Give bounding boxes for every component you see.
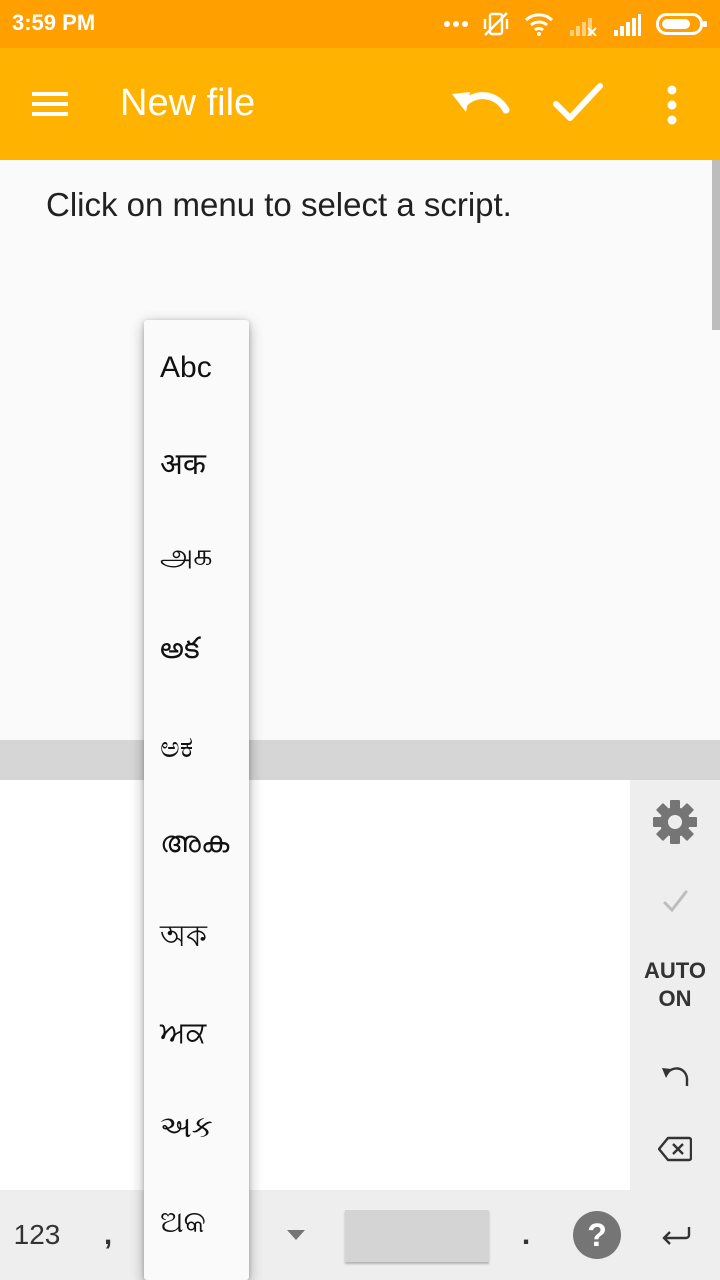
check-icon [663,890,688,913]
keyboard-confirm-button[interactable] [630,872,720,932]
auto-toggle-button[interactable]: AUTO ON [630,952,720,1018]
comma-key[interactable]: , [90,1190,126,1280]
signal-no-service-icon [570,18,597,36]
wifi-icon [524,13,554,36]
period-key[interactable]: . [508,1190,544,1280]
gear-icon [653,800,697,844]
auto-label-line1: AUTO [644,958,706,983]
keyboard-top-strip [0,740,720,780]
script-item-gurmukhi[interactable]: ਅਕ [144,985,249,1080]
vibrate-off-icon [483,12,509,36]
script-item-malayalam[interactable]: അക [144,795,249,890]
undo-icon [662,1067,689,1086]
keyboard-area[interactable] [0,780,630,1190]
keyboard-side-panel: AUTO ON [630,780,720,1190]
editor-scrollbar[interactable] [712,160,720,330]
script-item-devanagari[interactable]: अक [144,415,249,510]
app-bar: New file [0,48,720,160]
script-item-bengali[interactable]: অক [144,890,249,985]
script-menu: Abc अक அக అక ಅಕ അക অক ਅਕ અક ଅକ [144,320,249,1280]
language-dropdown-button[interactable] [276,1190,316,1280]
keyboard-bottom-row: 123 , . ? [0,1190,720,1280]
space-key[interactable] [345,1210,489,1262]
numbers-key[interactable]: 123 [0,1190,74,1280]
enter-icon [662,1227,691,1245]
script-item-kannada[interactable]: ಅಕ [144,700,249,795]
more-dots-icon [444,21,468,27]
auto-toggle-label: AUTO ON [644,957,706,1013]
status-bar: 3:59 PM [0,0,720,48]
check-icon [553,83,603,121]
script-item-telugu[interactable]: అక [144,605,249,700]
check-button[interactable] [550,78,606,128]
script-item-latin[interactable]: Abc [144,320,249,415]
undo-button[interactable] [448,80,512,130]
undo-icon [452,92,510,114]
help-button[interactable]: ? [566,1190,628,1280]
app-title: New file [120,82,256,124]
more-options-button[interactable] [656,78,688,132]
script-item-gujarati[interactable]: અક [144,1080,249,1175]
menu-icon [32,92,68,116]
backspace-icon [658,1136,692,1162]
enter-key[interactable] [642,1190,712,1280]
script-item-odia[interactable]: ଅକ [144,1175,249,1270]
editor-area[interactable]: Click on menu to select a script. [0,160,720,740]
status-icons [444,10,708,38]
status-time: 3:59 PM [12,10,96,35]
triangle-down-icon [287,1230,305,1240]
battery-icon [656,13,707,35]
more-vert-icon [667,85,677,125]
script-item-tamil[interactable]: அக [144,510,249,605]
keyboard-undo-button[interactable] [630,1050,720,1100]
editor-hint-text: Click on menu to select a script. [46,186,512,223]
keyboard-settings-button[interactable] [630,790,720,854]
signal-icon [614,14,641,36]
help-icon: ? [573,1211,621,1259]
auto-label-line2: ON [658,986,692,1011]
menu-button[interactable] [30,84,82,124]
backspace-button[interactable] [630,1124,720,1174]
